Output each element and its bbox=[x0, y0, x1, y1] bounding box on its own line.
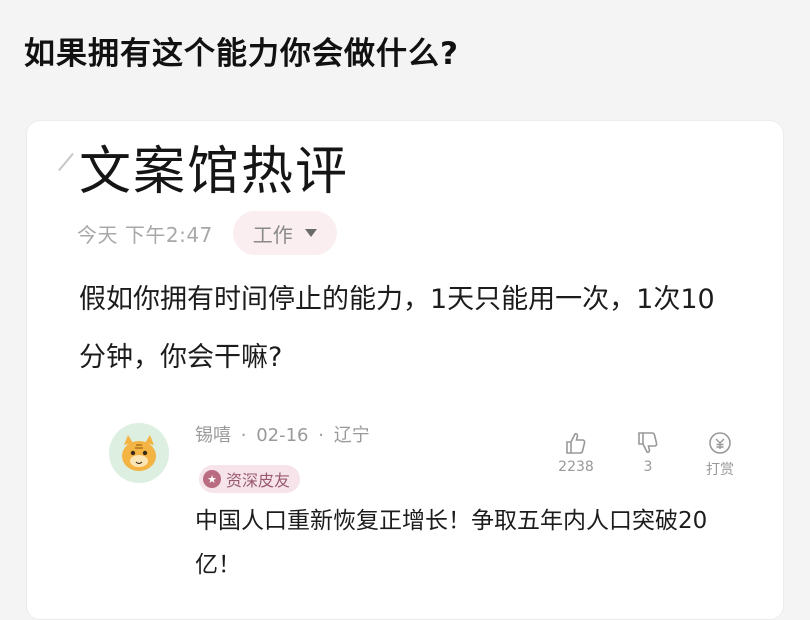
reward-label: 打赏 bbox=[706, 462, 734, 478]
badge-icon: ★ bbox=[203, 470, 221, 488]
badge-label: 资深皮友 bbox=[226, 471, 291, 490]
tag-dropdown[interactable]: 工作 bbox=[232, 211, 337, 255]
comment-meta: 锡嘻 · 02-16 · 辽宁 bbox=[195, 421, 374, 447]
chevron-down-icon bbox=[304, 229, 317, 237]
avatar[interactable] bbox=[109, 423, 169, 483]
comment-item: 锡嘻 · 02-16 · 辽宁 ★ 资深皮友 中国人口重新恢复正增长！争取五年内… bbox=[109, 421, 769, 601]
note-heading: 文案馆热评 bbox=[79, 142, 350, 202]
user-badge: ★ 资深皮友 bbox=[199, 465, 301, 493]
separator-dot: · bbox=[318, 425, 324, 446]
thumbs-up-icon bbox=[566, 432, 586, 454]
note-meta: 今天 下午2:47 工作 bbox=[77, 211, 337, 255]
thumbs-down-icon bbox=[638, 432, 658, 454]
comment-location: 辽宁 bbox=[333, 425, 370, 446]
divider-mark bbox=[58, 152, 74, 172]
comment-username[interactable]: 锡嘻 bbox=[195, 425, 231, 446]
separator-dot: · bbox=[240, 425, 247, 446]
like-count: 2238 bbox=[558, 459, 594, 475]
post-body: 假如你拥有时间停止的能力，1天只能用一次，1次10分钟，你会干嘛? bbox=[79, 284, 715, 373]
comment-date: 02-16 bbox=[256, 425, 309, 446]
comment-actions: 2238 3 打赏 bbox=[553, 429, 743, 479]
comment-text: 中国人口重新恢复正增长！争取五年内人口突破20亿！ bbox=[195, 508, 708, 578]
page-title: 如果拥有这个能力你会做什么? bbox=[24, 36, 459, 72]
reward-button[interactable]: 打赏 bbox=[697, 429, 743, 479]
like-button[interactable]: 2238 bbox=[553, 429, 599, 479]
note-date: 今天 下午2:47 bbox=[77, 222, 213, 247]
note-card: 文案馆热评 今天 下午2:47 工作 假如你拥有时间停止的能力，1天只能用一次，… bbox=[26, 120, 784, 620]
dislike-count: 3 bbox=[643, 459, 653, 475]
reward-icon bbox=[709, 432, 731, 454]
tag-label: 工作 bbox=[252, 222, 293, 247]
dislike-button[interactable]: 3 bbox=[625, 429, 671, 479]
